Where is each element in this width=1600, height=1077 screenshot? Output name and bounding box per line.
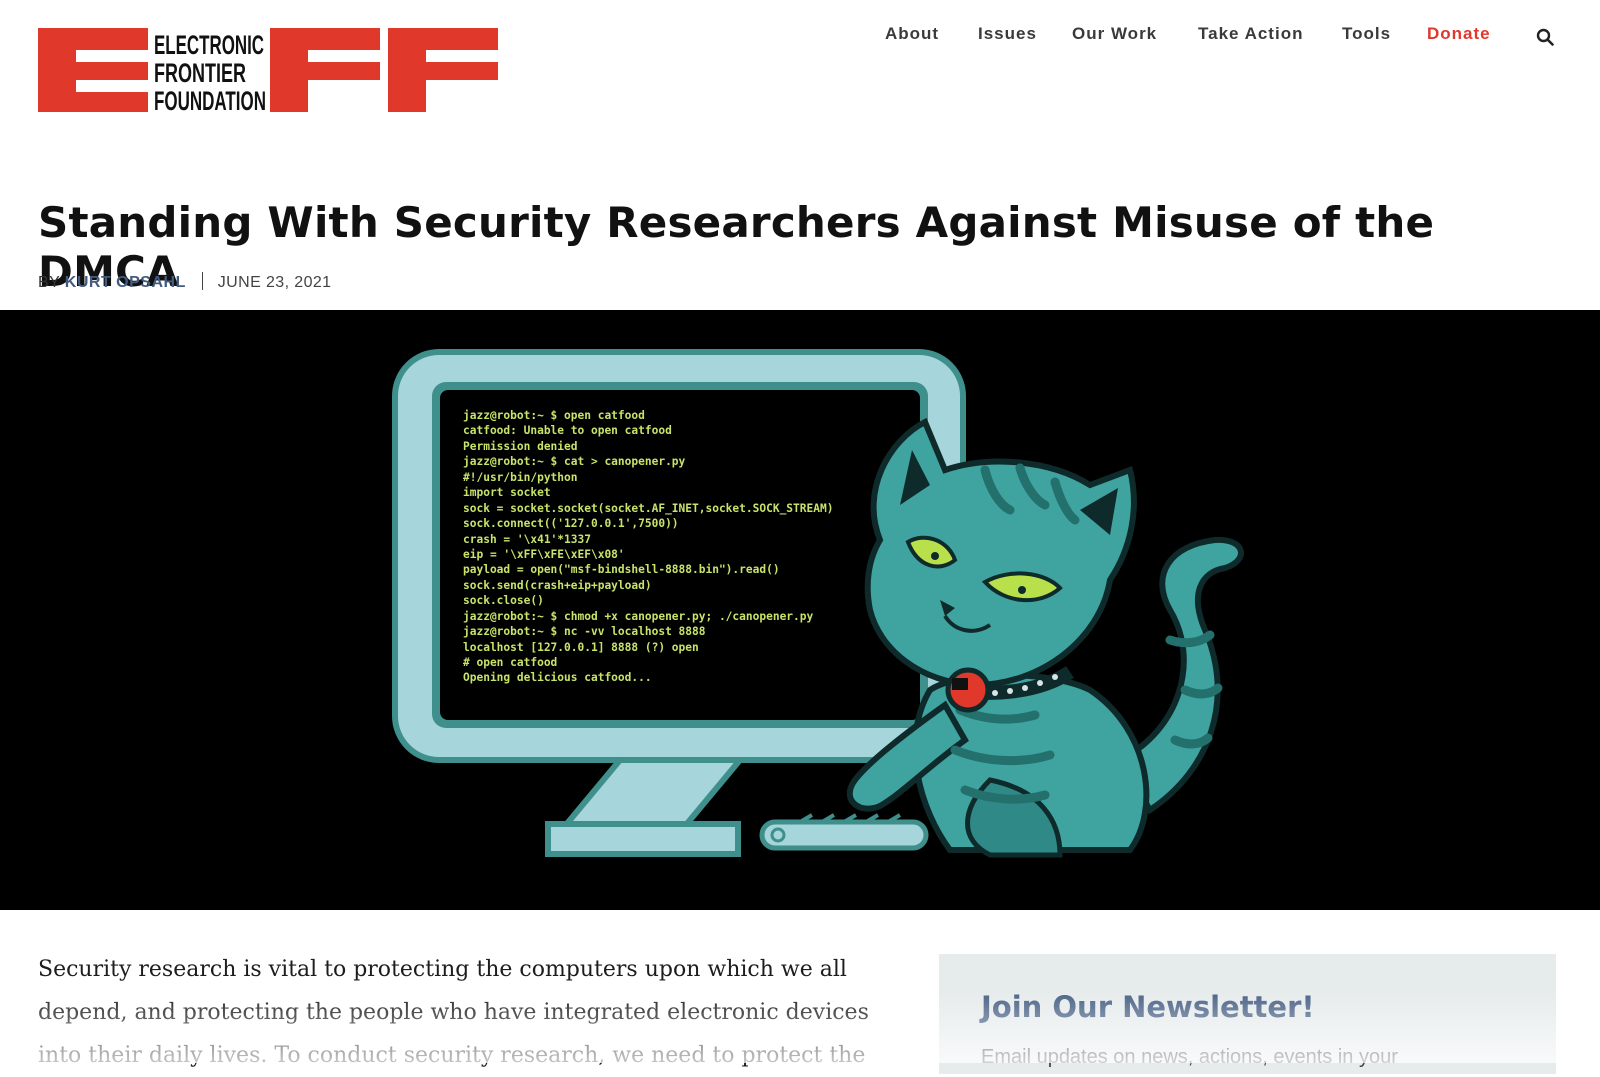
newsletter-box: Join Our Newsletter! Email updates on ne… xyxy=(939,954,1556,1074)
nav-take-action[interactable]: Take Action xyxy=(1198,24,1303,44)
nav-tools[interactable]: Tools xyxy=(1342,24,1391,44)
terminal-line: Opening delicious catfood... xyxy=(463,671,652,685)
terminal-line: Permission denied xyxy=(463,439,578,453)
article-body-paragraph: Security research is vital to protecting… xyxy=(38,957,869,1068)
terminal-line: jazz@robot:~ $ nc -vv localhost 8888 xyxy=(463,625,706,639)
byline-prefix: BY xyxy=(38,274,61,291)
terminal-line: # open catfood xyxy=(463,656,558,669)
terminal-line: sock = socket.socket(socket.AF_INET,sock… xyxy=(463,501,834,515)
terminal-line: eip = '\xFF\xFE\xEF\x08' xyxy=(463,547,625,561)
svg-text:FRONTIER: FRONTIER xyxy=(154,58,246,88)
nav-our-work[interactable]: Our Work xyxy=(1072,24,1157,44)
byline: BY KURT OPSAHL JUNE 23, 2021 xyxy=(38,272,331,292)
terminal-line: crash = '\x41'*1337 xyxy=(463,532,591,546)
terminal-line: jazz@robot:~ $ chmod +x canopener.py; ./… xyxy=(463,609,814,623)
svg-text:ELECTRONIC: ELECTRONIC xyxy=(154,30,264,60)
terminal-line: sock.connect(('127.0.0.1',7500)) xyxy=(463,517,679,531)
terminal-line: jazz@robot:~ $ open catfood xyxy=(463,409,645,422)
publish-date: JUNE 23, 2021 xyxy=(217,274,332,291)
terminal-output: jazz@robot:~ $ open catfood catfood: Unab… xyxy=(463,408,923,686)
logo-e-shape xyxy=(38,28,148,112)
terminal-line: #!/usr/bin/python xyxy=(463,470,578,484)
hero-image: jazz@robot:~ $ open catfood catfood: Unab… xyxy=(0,310,1600,910)
byline-divider xyxy=(202,272,204,290)
nav-about[interactable]: About xyxy=(885,24,939,44)
newsletter-description: Email updates on news, actions, events i… xyxy=(981,1046,1398,1068)
newsletter-heading: Join Our Newsletter! xyxy=(981,990,1315,1024)
terminal-line: catfood: Unable to open catfood xyxy=(463,424,672,438)
author-link[interactable]: KURT OPSAHL xyxy=(65,274,186,291)
terminal-line: import socket xyxy=(463,486,551,500)
logo-wordmark: ELECTRONIC FRONTIER FOUNDATION xyxy=(154,30,266,112)
terminal-line: payload = open("msf-bindshell-8888.bin")… xyxy=(463,563,780,577)
svg-text:FOUNDATION: FOUNDATION xyxy=(154,86,266,112)
terminal-line: localhost [127.0.0.1] 8888 (?) open xyxy=(463,640,699,654)
terminal-line: sock.close() xyxy=(463,594,544,608)
terminal-line: jazz@robot:~ $ cat > canopener.py xyxy=(463,455,686,469)
eff-logo[interactable]: ELECTRONIC FRONTIER FOUNDATION xyxy=(38,28,498,112)
nav-donate[interactable]: Donate xyxy=(1427,24,1491,44)
search-icon[interactable] xyxy=(1536,28,1554,46)
terminal-line: sock.send(crash+eip+payload) xyxy=(463,578,652,592)
nav-issues[interactable]: Issues xyxy=(978,24,1037,44)
keyboard-icon xyxy=(759,813,929,851)
